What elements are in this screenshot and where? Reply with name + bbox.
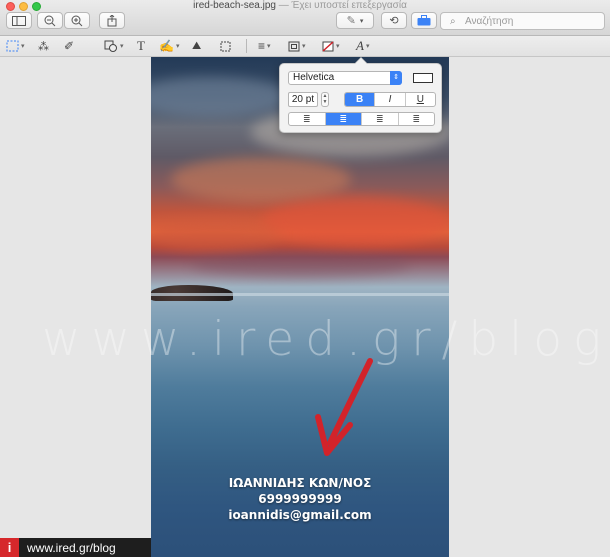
fill-color-icon [322,40,334,52]
chevron-down-icon: ▾ [359,17,364,25]
text-color-swatch[interactable] [413,73,433,83]
underline-button[interactable]: U [404,93,435,106]
font-popover: Helvetica ⇕ 20 pt ▲ ▼ B I U ≣ ≣ ≣ ≣ [279,57,442,133]
instant-alpha-tool[interactable]: ⁂ [38,38,49,54]
sketch-tool[interactable]: ✐ [64,38,74,54]
resize-icon [220,41,231,51]
selection-tool[interactable]: ▾ [6,38,25,54]
fill-color-tool[interactable]: ▾ [322,38,340,54]
font-family-select[interactable]: Helvetica ⇕ [288,71,402,85]
font-size-field[interactable]: 20 pt [288,92,318,107]
pen-icon: ✎ [346,15,356,27]
border-color-icon [288,41,300,51]
close-window-button[interactable] [6,2,15,11]
card-text-block[interactable]: ΙΩΑΝΝΙΔΗΣ ΚΩΝ/ΝΟΣ 6999999999 ioannidis@g… [151,475,449,523]
search-placeholder: Αναζήτηση [465,15,514,27]
bold-button[interactable]: B [345,93,375,106]
text-icon: T [137,38,145,53]
magic-wand-icon: ⁂ [38,40,49,53]
annotation-arrow [315,358,373,456]
zoom-in-icon [71,15,83,26]
toolbox-icon [417,15,431,26]
watermark-text: www.ired.gr/blog [42,312,610,367]
card-name: ΙΩΑΝΝΙΔΗΣ ΚΩΝ/ΝΟΣ [228,476,372,490]
title-separator: — [278,0,289,11]
minimize-window-button[interactable] [19,2,28,11]
rotate-icon: ⟲ [389,15,399,27]
align-left-button[interactable]: ≣ [289,113,325,125]
sidebar-icon [12,15,26,26]
sketch-icon: ✐ [64,39,75,53]
text-style-tool[interactable]: A ▾ [356,38,369,54]
border-color-tool[interactable]: ▾ [288,38,306,54]
align-center-button[interactable]: ≣ [324,113,361,125]
zoom-window-button[interactable] [32,2,41,11]
zoom-in-button[interactable] [64,12,90,29]
rotate-button[interactable]: ⟲ [381,12,407,29]
signature-icon: ✍ [159,39,174,53]
adjust-size-tool[interactable] [220,38,231,54]
site-url: www.ired.gr/blog [27,540,116,555]
sign-tool[interactable]: ✍ ▾ [159,38,179,54]
text-style-buttons: B I U [344,92,436,107]
text-tool[interactable]: T [137,38,145,54]
font-size-stepper[interactable]: ▲ ▼ [321,92,329,107]
ired-logo: i [0,538,19,557]
site-badge: i www.ired.gr/blog [0,538,151,557]
horizon [151,293,449,296]
sidebar-toggle-button[interactable] [6,12,32,29]
select-arrows-icon: ⇕ [390,71,402,85]
line-style-tool[interactable]: ≡ ▾ [258,38,271,54]
zoom-out-icon [44,15,56,26]
align-justify-button[interactable]: ≣ [397,113,435,125]
window-title: ired-beach-sea.jpg — Έχει υποστεί επεξερ… [150,0,450,11]
shapes-icon [104,40,117,52]
line-style-icon: ≡ [258,39,266,53]
italic-button[interactable]: I [374,93,404,106]
share-icon [107,14,117,26]
alignment-buttons: ≣ ≣ ≣ ≣ [288,112,435,126]
align-right-button[interactable]: ≣ [361,113,398,125]
card-email: ioannidis@gmail.com [228,508,372,522]
markup-toolbar: ▾ ⁂ ✐ ▾ T ✍ ▾ ⛰ ≡ ▾ ▾ ▾ A ▾ [0,36,610,57]
title-bar: ired-beach-sea.jpg — Έχει υποστεί επεξερ… [0,0,610,36]
zoom-out-button[interactable] [37,12,63,29]
text-style-icon: A [356,38,364,53]
search-icon: ⌕ [450,16,456,27]
toolbox-button[interactable] [411,12,437,29]
search-field[interactable]: ⌕ Αναζήτηση [440,12,605,30]
card-phone: 6999999999 [258,492,342,506]
shapes-tool[interactable]: ▾ [104,38,124,54]
edited-status: Έχει υποστεί επεξεργασία [291,0,407,11]
adjust-color-icon: ⛰ [192,39,202,52]
font-family-value: Helvetica [293,72,335,83]
adjust-color-tool[interactable]: ⛰ [192,38,201,54]
filename: ired-beach-sea.jpg [193,0,276,11]
share-button[interactable] [99,12,125,29]
rectangular-selection-icon [6,40,19,52]
pen-tool-button[interactable]: ✎ ▾ [336,12,374,29]
